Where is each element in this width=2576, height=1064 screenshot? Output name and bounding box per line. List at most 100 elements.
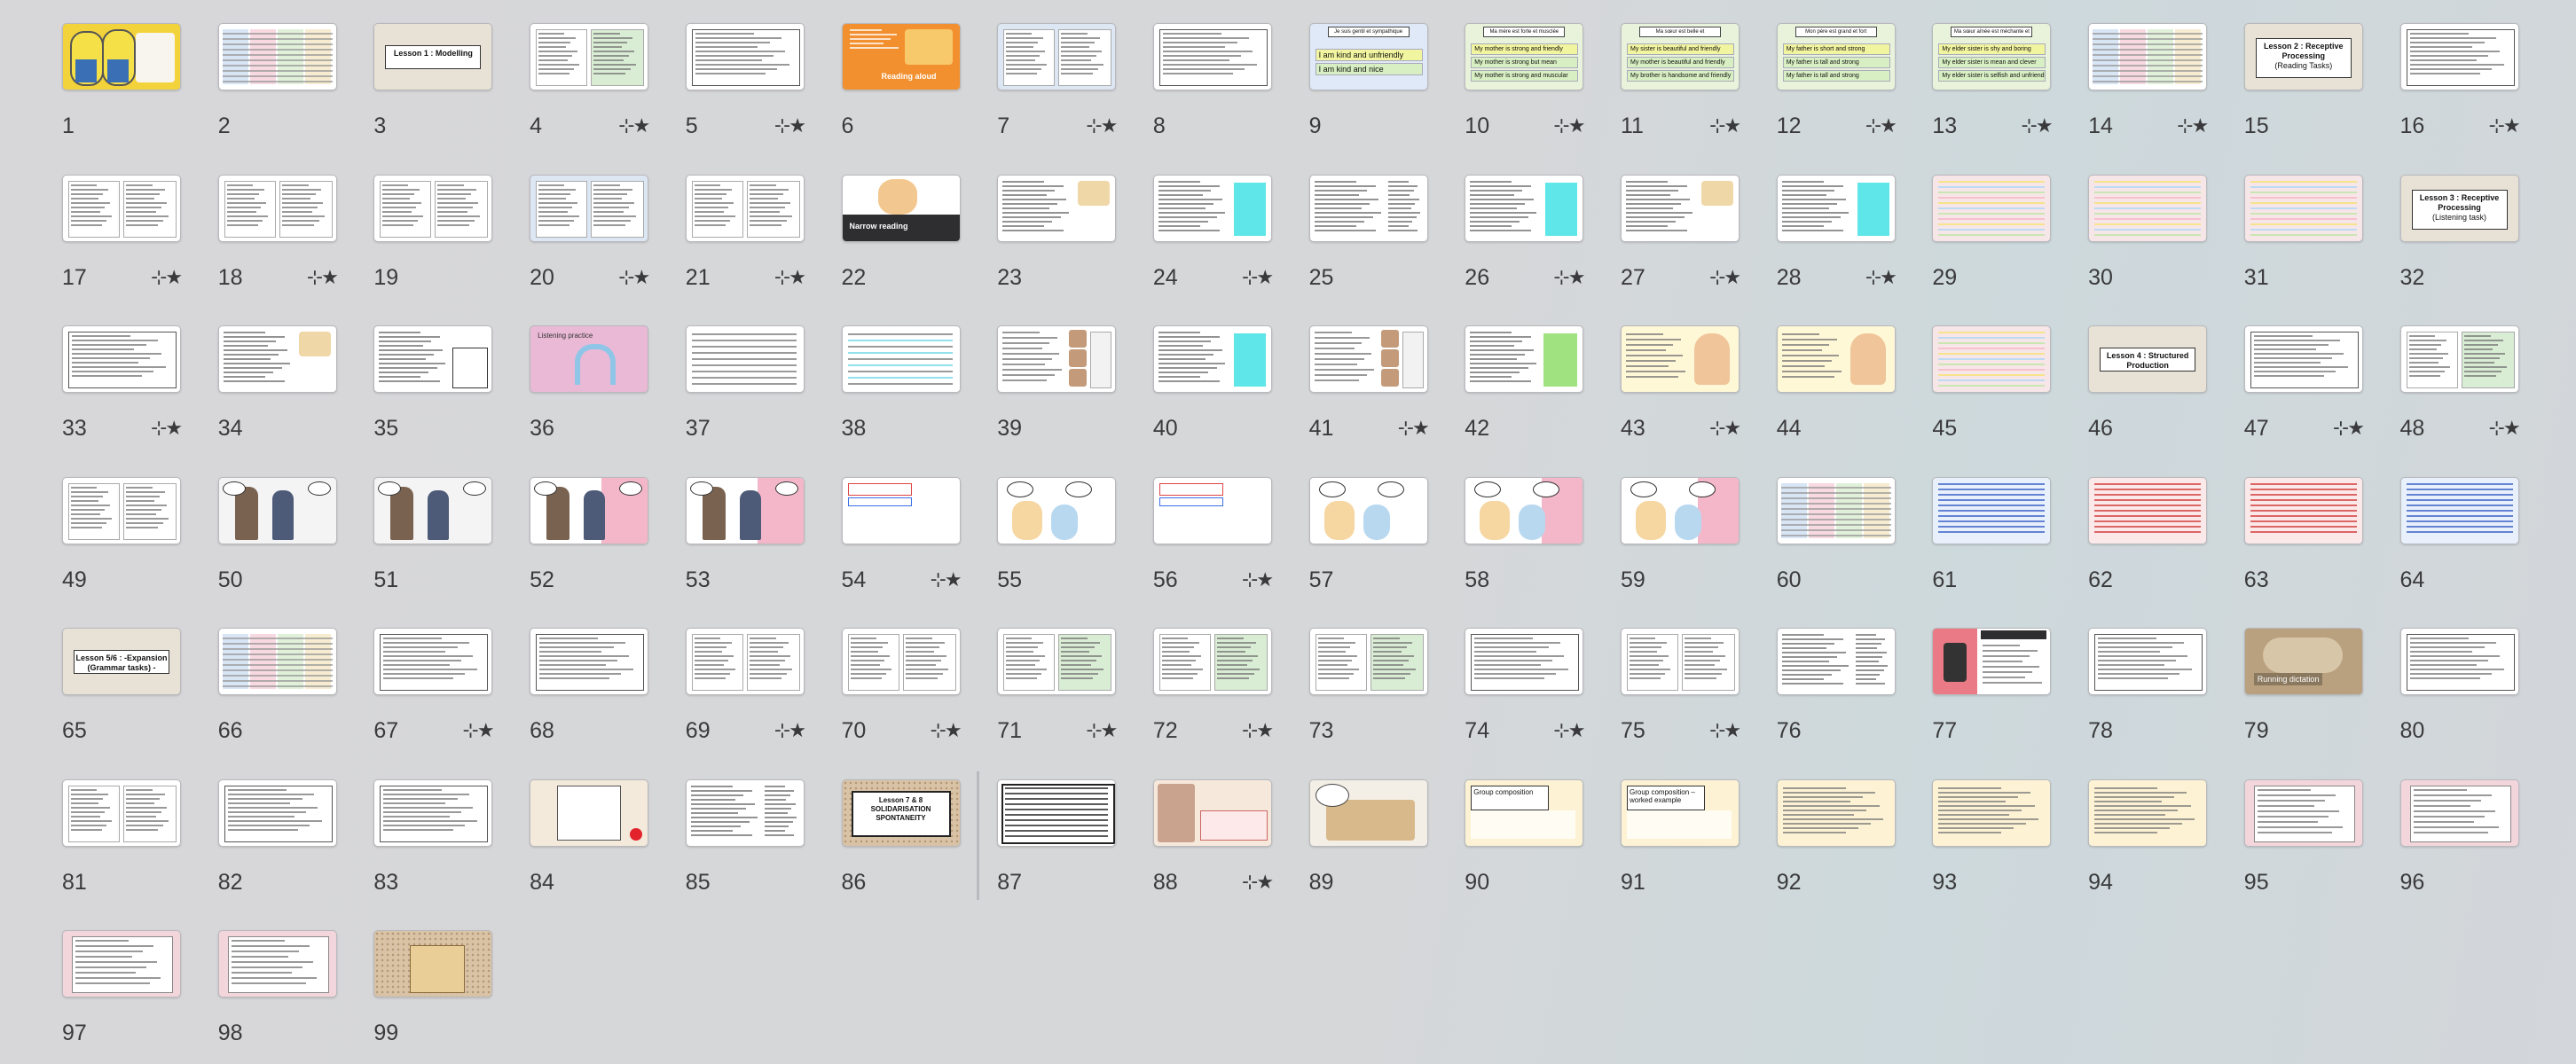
slide-cell[interactable]: 26 ⊹★: [1465, 174, 1598, 308]
slide-thumbnail[interactable]: [62, 23, 181, 90]
slide-cell[interactable]: 88 ⊹★: [1152, 778, 1286, 912]
slide-cell[interactable]: 53: [685, 476, 819, 610]
slide-cell[interactable]: Ma sœur est belle et sympathique My siste…: [1621, 23, 1754, 156]
slide-cell[interactable]: 30: [2088, 174, 2221, 308]
slide-thumbnail[interactable]: [530, 628, 649, 695]
slide-cell[interactable]: Group composition – worked example 91: [1621, 778, 1754, 912]
slide-cell[interactable]: Lesson 5/6 : -Expansion (Grammar tasks) …: [62, 628, 195, 761]
slide-thumbnail[interactable]: [1308, 778, 1428, 847]
slide-cell[interactable]: Ma sœur aînée est méchante et intelligen…: [1932, 23, 2065, 156]
slide-cell[interactable]: 81: [62, 778, 195, 912]
slide-thumbnail[interactable]: [2243, 174, 2363, 242]
slide-cell[interactable]: 96: [2399, 778, 2533, 912]
slide-thumbnail[interactable]: [373, 325, 493, 393]
slide-cell[interactable]: 41 ⊹★: [1308, 325, 1442, 458]
slide-thumbnail[interactable]: Lesson 5/6 : -Expansion (Grammar tasks) …: [62, 628, 181, 695]
slide-thumbnail[interactable]: [217, 628, 337, 695]
slide-thumbnail[interactable]: [1932, 628, 2052, 695]
slide-cell[interactable]: 50: [217, 476, 351, 610]
slide-thumbnail[interactable]: [1776, 778, 1896, 847]
slide-cell[interactable]: Je suis gentil et sympathique I am kind a…: [1308, 23, 1442, 156]
slide-thumbnail[interactable]: [1465, 174, 1584, 242]
slide-cell[interactable]: 39: [997, 325, 1130, 458]
slide-cell[interactable]: 99: [373, 930, 507, 1063]
slide-thumbnail[interactable]: Reading aloud: [841, 23, 961, 90]
slide-thumbnail[interactable]: [1932, 325, 2052, 393]
slide-thumbnail[interactable]: [685, 628, 805, 695]
slide-thumbnail[interactable]: [217, 23, 337, 90]
slide-cell[interactable]: 44: [1776, 325, 1910, 458]
slide-thumbnail[interactable]: Je suis gentil et sympathique I am kind a…: [1308, 23, 1428, 90]
slide-cell[interactable]: 80: [2399, 628, 2533, 761]
slide-cell[interactable]: 21 ⊹★: [685, 174, 819, 308]
slide-cell[interactable]: 45: [1932, 325, 2065, 458]
slide-thumbnail[interactable]: [373, 930, 493, 998]
slide-cell[interactable]: 62: [2088, 476, 2221, 610]
slide-thumbnail[interactable]: Lesson 3 : Receptive Processing (Listenin…: [2399, 174, 2519, 242]
slide-thumbnail[interactable]: [997, 174, 1117, 242]
slide-cell[interactable]: 18 ⊹★: [217, 174, 351, 308]
slide-thumbnail[interactable]: [1776, 325, 1896, 393]
slide-cell[interactable]: 76: [1776, 628, 1910, 761]
slide-thumbnail[interactable]: [2088, 174, 2208, 242]
slide-thumbnail[interactable]: Group composition: [1465, 778, 1584, 847]
slide-thumbnail[interactable]: Mon père est grand et fort My father is s…: [1776, 23, 1896, 90]
slide-cell[interactable]: 37: [685, 325, 819, 458]
slide-thumbnail[interactable]: [217, 174, 337, 242]
slide-thumbnail[interactable]: [217, 325, 337, 393]
slide-cell[interactable]: 28 ⊹★: [1776, 174, 1910, 308]
slide-cell[interactable]: Lesson 3 : Receptive Processing (Listenin…: [2399, 174, 2533, 308]
slide-thumbnail[interactable]: [1621, 628, 1740, 695]
slide-thumbnail[interactable]: [1152, 628, 1272, 695]
slide-cell[interactable]: 47 ⊹★: [2243, 325, 2377, 458]
slide-cell[interactable]: 8: [1152, 23, 1286, 156]
slide-thumbnail[interactable]: [2243, 325, 2363, 393]
slide-thumbnail[interactable]: [2399, 23, 2519, 90]
slide-cell[interactable]: Lesson 4 : Structured Production 46: [2088, 325, 2221, 458]
slide-cell[interactable]: 60: [1776, 476, 1910, 610]
slide-cell[interactable]: 64: [2399, 476, 2533, 610]
slide-cell[interactable]: 92: [1776, 778, 1910, 912]
slide-cell[interactable]: 72 ⊹★: [1152, 628, 1286, 761]
slide-cell[interactable]: 5 ⊹★: [685, 23, 819, 156]
slide-cell[interactable]: 77: [1932, 628, 2065, 761]
slide-cell[interactable]: Lesson 1 : Modelling 3: [373, 23, 507, 156]
slide-thumbnail[interactable]: [1776, 628, 1896, 695]
slide-thumbnail[interactable]: Narrow reading: [841, 174, 961, 242]
slide-thumbnail[interactable]: [997, 778, 1117, 847]
slide-thumbnail[interactable]: [1465, 476, 1584, 544]
slide-thumbnail[interactable]: [1152, 476, 1272, 544]
slide-thumbnail[interactable]: Listening practice: [530, 325, 649, 393]
slide-cell[interactable]: 98: [217, 930, 351, 1063]
slide-cell[interactable]: 49: [62, 476, 195, 610]
slide-cell[interactable]: Reading aloud 6: [841, 23, 975, 156]
slide-thumbnail[interactable]: [997, 23, 1117, 90]
slide-cell[interactable]: 33 ⊹★: [62, 325, 195, 458]
slide-thumbnail[interactable]: [373, 174, 493, 242]
slide-cell[interactable]: Lesson 2 : Receptive Processing (Reading …: [2243, 23, 2377, 156]
slide-thumbnail[interactable]: [62, 778, 181, 847]
slide-cell[interactable]: 78: [2088, 628, 2221, 761]
slide-thumbnail[interactable]: [685, 23, 805, 90]
slide-cell[interactable]: 97: [62, 930, 195, 1063]
slide-thumbnail[interactable]: [2088, 23, 2208, 90]
slide-thumbnail[interactable]: Lesson 1 : Modelling: [373, 23, 493, 90]
slide-cell[interactable]: 57: [1308, 476, 1442, 610]
slide-thumbnail[interactable]: [373, 778, 493, 847]
slide-thumbnail[interactable]: [62, 930, 181, 998]
slide-thumbnail[interactable]: [685, 325, 805, 393]
slide-thumbnail[interactable]: [1308, 325, 1428, 393]
slide-thumbnail[interactable]: Ma sœur est belle et sympathique My siste…: [1621, 23, 1740, 90]
slide-thumbnail[interactable]: [1465, 628, 1584, 695]
slide-cell[interactable]: 87: [997, 778, 1130, 912]
slide-thumbnail[interactable]: [2399, 628, 2519, 695]
slide-cell[interactable]: 2: [217, 23, 351, 156]
slide-cell[interactable]: 17 ⊹★: [62, 174, 195, 308]
slide-thumbnail[interactable]: [1152, 23, 1272, 90]
slide-thumbnail[interactable]: [1621, 325, 1740, 393]
slide-thumbnail[interactable]: [373, 628, 493, 695]
slide-thumbnail[interactable]: [1152, 174, 1272, 242]
slide-cell[interactable]: 25: [1308, 174, 1442, 308]
slide-thumbnail[interactable]: Ma mère est forte et musclée My mother is…: [1465, 23, 1584, 90]
slide-cell[interactable]: 40: [1152, 325, 1286, 458]
